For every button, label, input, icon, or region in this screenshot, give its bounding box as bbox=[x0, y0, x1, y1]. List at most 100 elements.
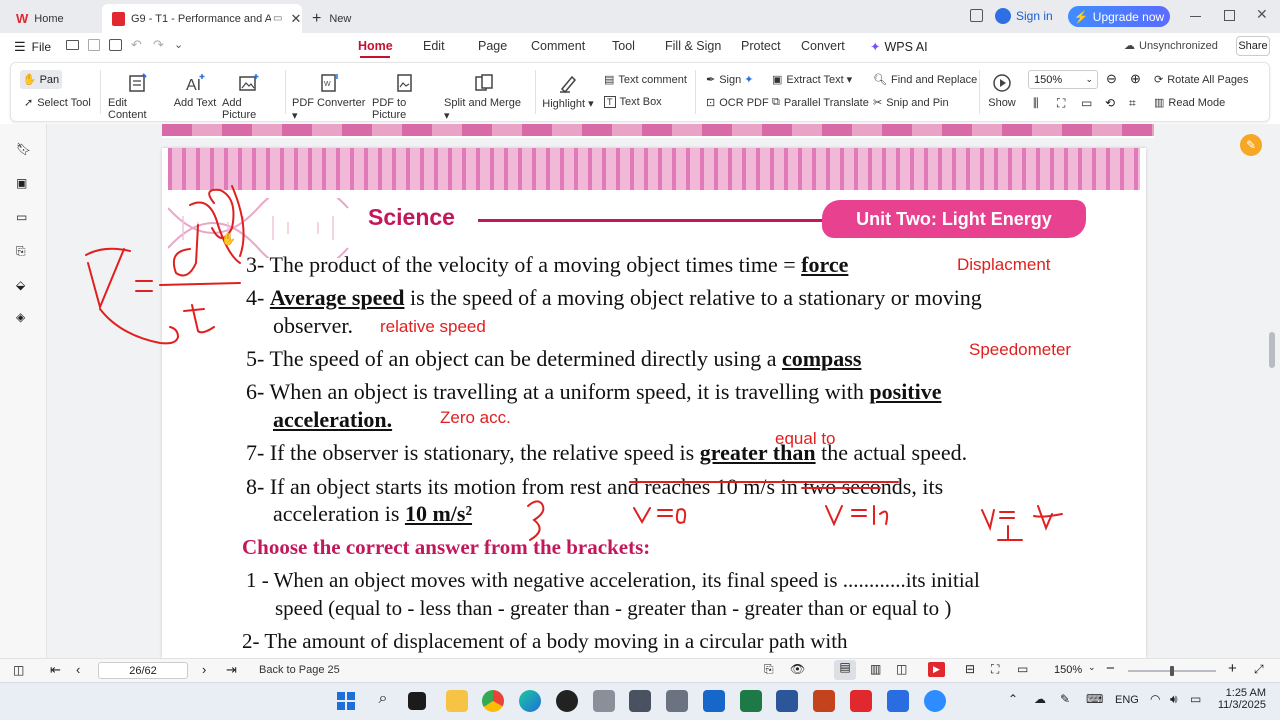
share-button[interactable]: Share bbox=[1236, 36, 1270, 56]
prev-page-icon[interactable]: ‹ bbox=[76, 662, 80, 677]
eye-protection-icon[interactable]: 👁︎ bbox=[790, 662, 805, 676]
status-zoom-in-icon[interactable]: + bbox=[1228, 660, 1237, 677]
powerpoint-icon[interactable] bbox=[813, 690, 835, 712]
tab-protect[interactable]: Protect bbox=[741, 39, 781, 53]
single-page-view-icon[interactable]: ▤ bbox=[834, 660, 856, 680]
status-zoom-out-icon[interactable]: − bbox=[1106, 660, 1115, 677]
expand-icon[interactable]: ⤢ bbox=[1254, 662, 1264, 677]
bookmark-icon[interactable]: 🔖︎ bbox=[16, 142, 32, 158]
language-indicator[interactable]: ENG bbox=[1115, 694, 1139, 706]
next-page-icon[interactable]: › bbox=[202, 662, 206, 677]
volume-icon[interactable]: 🔊︎ bbox=[1170, 692, 1178, 707]
maximize-icon[interactable] bbox=[1224, 10, 1235, 21]
status-zoom-value[interactable]: 150% bbox=[1054, 664, 1082, 676]
word-icon[interactable] bbox=[776, 690, 798, 712]
text-box-button[interactable]: T Text Box bbox=[604, 96, 662, 108]
two-page-view-icon[interactable]: ◫ bbox=[896, 662, 907, 676]
extract-text-button[interactable]: ▣ Extract Text ▾ bbox=[772, 73, 852, 87]
tab-home[interactable]: W Home bbox=[8, 4, 100, 33]
thumbnail-icon[interactable]: ▣ bbox=[16, 176, 32, 192]
crop-icon[interactable]: ⌗ bbox=[1129, 96, 1136, 111]
read-mode-button[interactable]: ▥ Read Mode bbox=[1154, 96, 1225, 110]
undo-icon[interactable]: ↶ bbox=[131, 37, 142, 53]
restore-window-icon[interactable] bbox=[970, 9, 983, 22]
open-folder-icon[interactable] bbox=[66, 40, 79, 50]
onedrive-cloud-icon[interactable]: ☁ bbox=[1034, 692, 1046, 706]
tab-fill-sign[interactable]: Fill & Sign bbox=[665, 39, 721, 53]
pdf-to-picture-button[interactable]: PDF to Picture bbox=[372, 72, 440, 121]
text-comment-button[interactable]: ▤ Text comment bbox=[604, 73, 687, 87]
ocr-pdf-button[interactable]: ⊡ OCR PDF bbox=[706, 96, 769, 110]
excel-icon[interactable] bbox=[740, 690, 762, 712]
print-icon[interactable] bbox=[109, 39, 122, 51]
alarm-clock-icon[interactable] bbox=[887, 690, 909, 712]
continuous-view-icon[interactable]: ▥ bbox=[870, 662, 881, 676]
last-page-icon[interactable]: ⇥ bbox=[226, 662, 237, 678]
tab-wps-ai[interactable]: ✦ WPS AI bbox=[870, 39, 928, 55]
toggle-sidebar-icon[interactable]: ◫ bbox=[13, 663, 24, 677]
task-view-icon[interactable] bbox=[408, 692, 426, 710]
sign-in-button[interactable]: Sign in bbox=[995, 8, 1053, 24]
new-tab-button[interactable]: + New bbox=[312, 4, 372, 33]
pen-tray-icon[interactable]: ✎ bbox=[1060, 692, 1070, 706]
calculator-icon[interactable] bbox=[666, 690, 688, 712]
back-to-page-link[interactable]: Back to Page 25 bbox=[259, 664, 340, 676]
parallel-translate-button[interactable]: ⧉ Parallel Translate bbox=[772, 96, 869, 109]
wifi-icon[interactable]: ◠ bbox=[1150, 692, 1160, 706]
camera-icon[interactable] bbox=[629, 690, 651, 712]
single-page-icon[interactable]: ▭ bbox=[1081, 96, 1092, 110]
comment-panel-icon[interactable]: ▭ bbox=[16, 210, 32, 226]
keyboard-icon[interactable]: ⌨ bbox=[1086, 692, 1103, 706]
windows-start-icon[interactable] bbox=[335, 690, 357, 712]
taskbar-search-icon[interactable]: ⌕ bbox=[372, 690, 394, 712]
tab-page[interactable]: Page bbox=[478, 39, 507, 53]
fit-page-icon[interactable]: ⛶ bbox=[1057, 96, 1065, 111]
more-chevron-icon[interactable]: ⌄ bbox=[174, 38, 183, 51]
handwritten-annotations[interactable] bbox=[162, 148, 1146, 658]
media-player-icon[interactable] bbox=[556, 690, 578, 712]
file-menu[interactable]: ☰ File bbox=[14, 39, 51, 55]
pdf-converter-button[interactable]: W PDF Converter ▾ bbox=[292, 72, 368, 122]
zoom-slider-handle[interactable] bbox=[1170, 666, 1174, 676]
save-to-cloud-icon[interactable]: ⎘ bbox=[764, 662, 774, 677]
tab-edit[interactable]: Edit bbox=[423, 39, 445, 53]
redo-icon[interactable]: ↷ bbox=[153, 37, 164, 53]
floating-edit-button[interactable]: ✎ bbox=[1240, 134, 1262, 156]
screenshot-icon[interactable]: ▭ bbox=[1017, 662, 1028, 676]
snipping-tool-icon[interactable] bbox=[593, 690, 615, 712]
wps-office-icon[interactable] bbox=[850, 690, 872, 712]
show-button[interactable]: Show bbox=[986, 72, 1018, 109]
scrollbar-thumb[interactable] bbox=[1269, 332, 1275, 368]
minimize-icon[interactable] bbox=[1190, 16, 1201, 17]
pdf-page[interactable]: Science Unit Two: Light Energy 3- The pr… bbox=[162, 148, 1146, 658]
split-view-icon[interactable]: ⊟ bbox=[965, 662, 975, 676]
upgrade-button[interactable]: ⚡ Upgrade now bbox=[1068, 6, 1170, 27]
close-tab-icon[interactable]: ✕ bbox=[290, 11, 301, 27]
sign-button[interactable]: ✒ Sign ✦ bbox=[706, 73, 753, 87]
zoom-app-icon[interactable] bbox=[924, 690, 946, 712]
zoom-out-icon[interactable]: ⊖ bbox=[1106, 71, 1117, 87]
highlight-button[interactable]: Highlight ▾ bbox=[542, 72, 594, 110]
rotate-all-pages-button[interactable]: ⟳ Rotate All Pages bbox=[1154, 73, 1249, 87]
vertical-scrollbar[interactable] bbox=[1268, 128, 1276, 656]
zoom-slider[interactable] bbox=[1128, 666, 1216, 676]
show-hidden-icons-icon[interactable]: ⌃ bbox=[1008, 692, 1018, 706]
add-picture-button[interactable]: Add Picture bbox=[222, 72, 276, 121]
system-clock[interactable]: 1:25 AM 11/3/2025 bbox=[1214, 687, 1266, 711]
close-window-icon[interactable]: ✕ bbox=[1256, 6, 1268, 23]
layers-icon[interactable]: ◈ bbox=[16, 310, 32, 326]
battery-icon[interactable]: ▭ bbox=[1190, 692, 1201, 706]
split-merge-button[interactable]: Split and Merge ▾ bbox=[444, 72, 524, 122]
edit-content-button[interactable]: Edit Content bbox=[108, 72, 168, 121]
find-replace-button[interactable]: 🔍︎ Find and Replace bbox=[873, 73, 977, 87]
attachment-icon[interactable]: ⎘ bbox=[16, 244, 32, 260]
tab-comment[interactable]: Comment bbox=[531, 39, 585, 53]
fullscreen-icon[interactable]: ⛶ bbox=[991, 662, 999, 677]
screen-icon[interactable]: ▭ bbox=[273, 13, 282, 24]
play-slideshow-icon[interactable]: ▶ bbox=[928, 662, 945, 677]
tab-document[interactable]: G9 - T1 - Performance and As ▭ ✕ bbox=[102, 4, 302, 33]
first-page-icon[interactable]: ⇤ bbox=[50, 662, 61, 678]
save-icon[interactable] bbox=[88, 39, 100, 51]
page-number-input[interactable]: 26/62 bbox=[98, 662, 188, 679]
select-tool-button[interactable]: ➚ Select Tool bbox=[24, 96, 91, 110]
